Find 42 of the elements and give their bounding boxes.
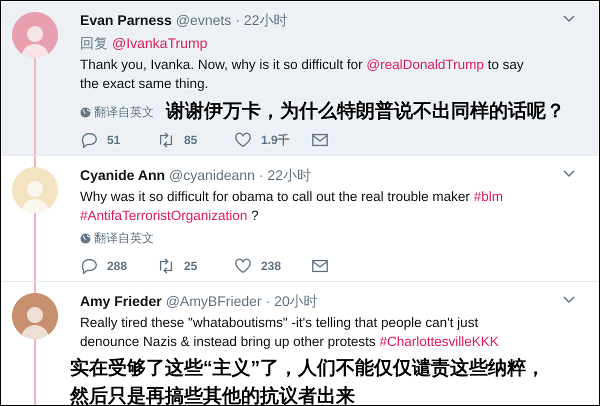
reply-label: 回复 (80, 34, 108, 52)
caption-overlay: 谢谢伊万卡，为什么特朗普说不出同样的话呢？ (166, 99, 565, 124)
tweet-time[interactable]: · 22小时 (235, 11, 288, 29)
retweet-icon[interactable] (157, 257, 175, 275)
translate-link[interactable]: 翻译自英文 (80, 103, 154, 121)
avatar[interactable] (12, 293, 58, 339)
chevron-icon[interactable] (563, 15, 575, 23)
author-handle[interactable]: @cyanideann (169, 166, 255, 184)
globe-icon (80, 232, 91, 244)
author-handle[interactable]: @AmyBFrieder (166, 292, 262, 310)
translate-link[interactable]: 翻译自英文 (80, 229, 154, 247)
tweet-text: Really tired these "whataboutisms" -it's telling that people can't just denounce Nazis & instead bring up other protests #CharlottesvilleKKK (80, 314, 500, 351)
reply-icon[interactable] (80, 257, 98, 275)
tweet-text: Thank you, Ivanka. Now, why is it so difficult for @realDonaldTrump to say the exact same thing. (80, 56, 525, 93)
tweet-time[interactable]: · 22小时 (258, 166, 311, 184)
reply-icon[interactable] (80, 131, 98, 149)
author-name[interactable]: Cyanide Ann (80, 166, 166, 184)
like-count: 238 (261, 258, 282, 275)
author-name[interactable]: Evan Parness (80, 11, 172, 29)
caption-overlay: 实在受够了这些“主义”了，人们不能仅仅谴责这些纳粹， (70, 356, 546, 381)
hashtag-link[interactable]: #AntifaTerroristOrganization (80, 208, 248, 223)
mail-icon[interactable] (311, 257, 329, 275)
tweet-time[interactable]: · 20小时 (266, 292, 318, 310)
hashtag-link[interactable]: #blm (474, 189, 503, 204)
mention-link[interactable]: @IvankaTrump (112, 34, 208, 52)
like-icon[interactable] (234, 131, 252, 149)
author-name[interactable]: Amy Frieder (80, 292, 162, 310)
hashtag-link[interactable]: #CharlottesvilleKKK (379, 334, 499, 349)
retweet-icon[interactable] (157, 131, 175, 149)
chevron-icon[interactable] (563, 296, 575, 304)
mail-icon[interactable] (311, 131, 329, 149)
hashtag-link[interactable]: @realDonaldTrump (366, 57, 484, 72)
reply-count: 51 (107, 132, 120, 149)
retweet-count: 85 (184, 132, 198, 149)
tweet-text: Why was it so difficult for obama to call out the real trouble maker #blm #AntifaTerroristOrganization ? (80, 188, 504, 225)
chevron-icon[interactable] (563, 170, 575, 178)
retweet-count: 25 (184, 258, 198, 275)
globe-icon (80, 106, 91, 118)
reply-count: 288 (107, 258, 128, 275)
like-count: 1.9千 (261, 132, 290, 149)
like-icon[interactable] (234, 257, 252, 275)
author-handle[interactable]: @evnets (176, 11, 232, 29)
